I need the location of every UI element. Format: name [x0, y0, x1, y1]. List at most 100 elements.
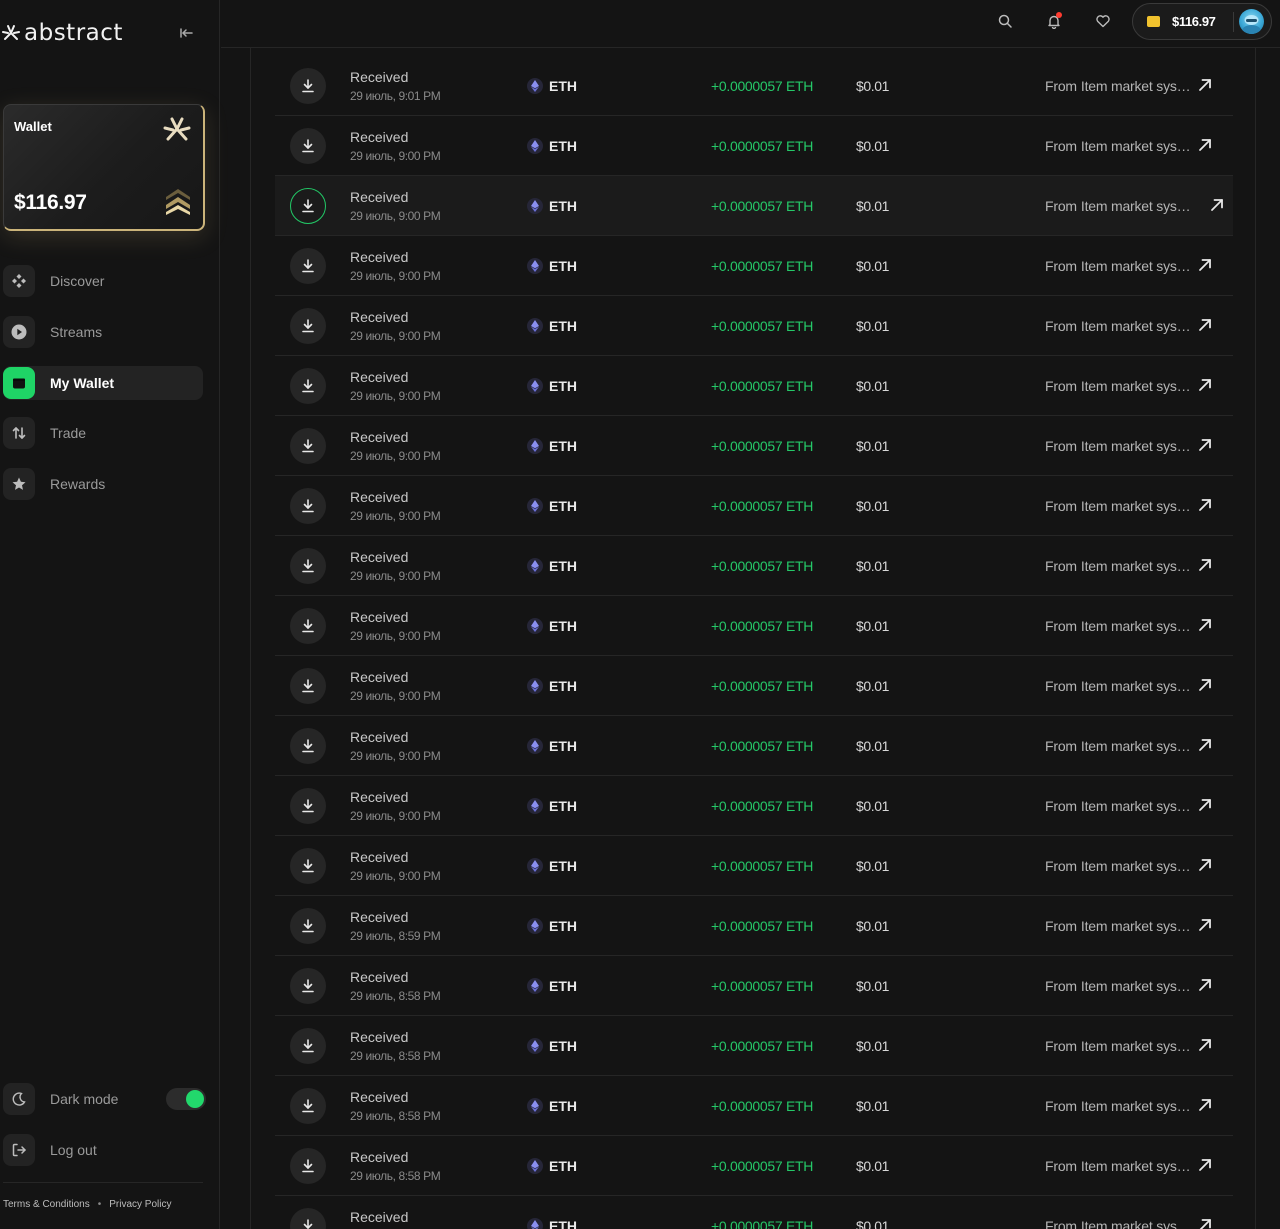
download-icon — [290, 1148, 326, 1184]
avatar[interactable] — [1239, 9, 1264, 34]
tx-date: 29 июль, 9:01 PM — [350, 89, 441, 103]
tx-usd-value: $0.01 — [856, 1218, 890, 1229]
tx-from-source: Item market system — [1080, 258, 1193, 274]
tx-usd-value: $0.01 — [856, 918, 890, 934]
external-link-icon[interactable] — [1197, 497, 1213, 513]
external-link-icon[interactable] — [1197, 917, 1213, 933]
tx-title: Received — [350, 189, 409, 205]
table-row[interactable]: Received 29 июль, 9:00 PM ETH +0.0000057 ET… — [275, 476, 1233, 536]
external-link-icon[interactable] — [1197, 257, 1213, 273]
rank-chevrons-icon — [166, 189, 190, 215]
table-row[interactable]: Received 29 июль, 9:00 PM ETH +0.0000057 ET… — [275, 176, 1233, 236]
external-link-icon[interactable] — [1197, 317, 1213, 333]
tx-token: ETH — [527, 378, 577, 394]
search-button[interactable] — [989, 5, 1021, 37]
table-row[interactable]: Received 29 июль, 9:00 PM ETH +0.0000057 ET… — [275, 296, 1233, 356]
external-link-icon[interactable] — [1197, 677, 1213, 693]
tx-from-label: From — [1045, 498, 1077, 514]
download-icon — [290, 1028, 326, 1064]
logout-button[interactable]: Log out — [3, 1133, 203, 1167]
tx-token-label: ETH — [549, 918, 577, 934]
abstract-logo-icon — [2, 25, 20, 40]
tx-usd-value: $0.01 — [856, 798, 890, 814]
tx-token-label: ETH — [549, 1038, 577, 1054]
table-row[interactable]: Received ETH +0.0000057 ETH $0.01 From Item m… — [275, 1196, 1233, 1229]
tx-title: Received — [350, 249, 409, 265]
external-link-icon[interactable] — [1197, 1217, 1213, 1229]
external-link-icon[interactable] — [1197, 377, 1213, 393]
terms-link[interactable]: Terms & Conditions — [3, 1199, 90, 1210]
external-link-icon[interactable] — [1197, 77, 1213, 93]
tx-amount: +0.0000057 ETH — [711, 798, 814, 814]
table-row[interactable]: Received 29 июль, 8:59 PM ETH +0.0000057 ET… — [275, 896, 1233, 956]
wallet-activity-panel: Received 29 июль, 9:01 PM ETH +0.0000057 ET… — [250, 48, 1256, 1229]
table-row[interactable]: Received 29 июль, 9:00 PM ETH +0.0000057 ET… — [275, 416, 1233, 476]
collapse-left-icon — [180, 28, 193, 38]
table-row[interactable]: Received 29 июль, 9:00 PM ETH +0.0000057 ET… — [275, 116, 1233, 176]
tx-usd-value: $0.01 — [856, 438, 890, 454]
tx-token: ETH — [527, 1218, 577, 1229]
download-icon — [290, 488, 326, 524]
external-link-icon[interactable] — [1197, 737, 1213, 753]
external-link-icon[interactable] — [1197, 557, 1213, 573]
tx-from-label: From — [1045, 678, 1077, 694]
external-link-icon[interactable] — [1197, 797, 1213, 813]
table-row[interactable]: Received 29 июль, 9:00 PM ETH +0.0000057 ET… — [275, 836, 1233, 896]
external-link-icon[interactable] — [1197, 857, 1213, 873]
table-row[interactable]: Received 29 июль, 9:00 PM ETH +0.0000057 ET… — [275, 776, 1233, 836]
notifications-button[interactable] — [1038, 5, 1070, 37]
tx-token-label: ETH — [549, 1158, 577, 1174]
tx-token-label: ETH — [549, 258, 577, 274]
table-row[interactable]: Received 29 июль, 9:00 PM ETH +0.0000057 ET… — [275, 356, 1233, 416]
table-row[interactable]: Received 29 июль, 9:00 PM ETH +0.0000057 ET… — [275, 656, 1233, 716]
table-row[interactable]: Received 29 июль, 9:01 PM ETH +0.0000057 ET… — [275, 56, 1233, 116]
external-link-icon[interactable] — [1209, 197, 1225, 213]
tx-token-label: ETH — [549, 198, 577, 214]
tx-date: 29 июль, 9:00 PM — [350, 389, 441, 403]
table-row[interactable]: Received 29 июль, 8:58 PM ETH +0.0000057 ET… — [275, 956, 1233, 1016]
tx-from-label: From — [1045, 198, 1077, 214]
sidebar-item-my-wallet[interactable]: My Wallet — [3, 366, 203, 400]
sidebar-item-discover[interactable]: Discover — [3, 264, 203, 298]
external-link-icon[interactable] — [1197, 617, 1213, 633]
brand-logo[interactable]: abstract — [2, 20, 123, 46]
tx-from-source: Item market system — [1080, 78, 1193, 94]
eth-icon — [527, 1218, 543, 1229]
external-link-icon[interactable] — [1197, 437, 1213, 453]
table-row[interactable]: Received 29 июль, 9:00 PM ETH +0.0000057 ET… — [275, 716, 1233, 776]
download-icon — [290, 728, 326, 764]
tx-token: ETH — [527, 798, 577, 814]
download-icon — [290, 248, 326, 284]
table-row[interactable]: Received 29 июль, 8:58 PM ETH +0.0000057 ET… — [275, 1076, 1233, 1136]
sidebar-item-rewards[interactable]: Rewards — [3, 467, 203, 501]
tx-title: Received — [350, 729, 409, 745]
dark-mode-row: Dark mode — [3, 1082, 206, 1116]
external-link-icon[interactable] — [1197, 1037, 1213, 1053]
table-row[interactable]: Received 29 июль, 8:58 PM ETH +0.0000057 ET… — [275, 1136, 1233, 1196]
balance-pill[interactable]: $116.97 — [1132, 3, 1272, 40]
tx-amount: +0.0000057 ETH — [711, 498, 814, 514]
wallet-card[interactable]: Wallet $116.97 — [3, 104, 205, 231]
table-row[interactable]: Received 29 июль, 8:58 PM ETH +0.0000057 ET… — [275, 1016, 1233, 1076]
privacy-link[interactable]: Privacy Policy — [109, 1199, 171, 1210]
external-link-icon[interactable] — [1197, 137, 1213, 153]
table-row[interactable]: Received 29 июль, 9:00 PM ETH +0.0000057 ET… — [275, 536, 1233, 596]
table-row[interactable]: Received 29 июль, 9:00 PM ETH +0.0000057 ET… — [275, 236, 1233, 296]
favorites-button[interactable] — [1087, 5, 1119, 37]
external-link-icon[interactable] — [1197, 977, 1213, 993]
tx-title: Received — [350, 609, 409, 625]
tx-usd-value: $0.01 — [856, 678, 890, 694]
dark-mode-toggle[interactable] — [166, 1088, 206, 1110]
collapse-sidebar-button[interactable] — [178, 24, 196, 42]
external-link-icon[interactable] — [1197, 1157, 1213, 1173]
top-header: $116.97 — [221, 0, 1280, 48]
table-row[interactable]: Received 29 июль, 9:00 PM ETH +0.0000057 ET… — [275, 596, 1233, 656]
external-link-icon[interactable] — [1197, 1097, 1213, 1113]
sidebar-item-streams[interactable]: Streams — [3, 315, 203, 349]
tx-usd-value: $0.01 — [856, 378, 890, 394]
tx-from: From Item market system — [1045, 258, 1193, 274]
tx-amount: +0.0000057 ETH — [711, 738, 814, 754]
sidebar-item-trade[interactable]: Trade — [3, 416, 203, 450]
tx-from-source: Item market system — [1080, 1098, 1193, 1114]
eth-icon — [527, 618, 543, 634]
